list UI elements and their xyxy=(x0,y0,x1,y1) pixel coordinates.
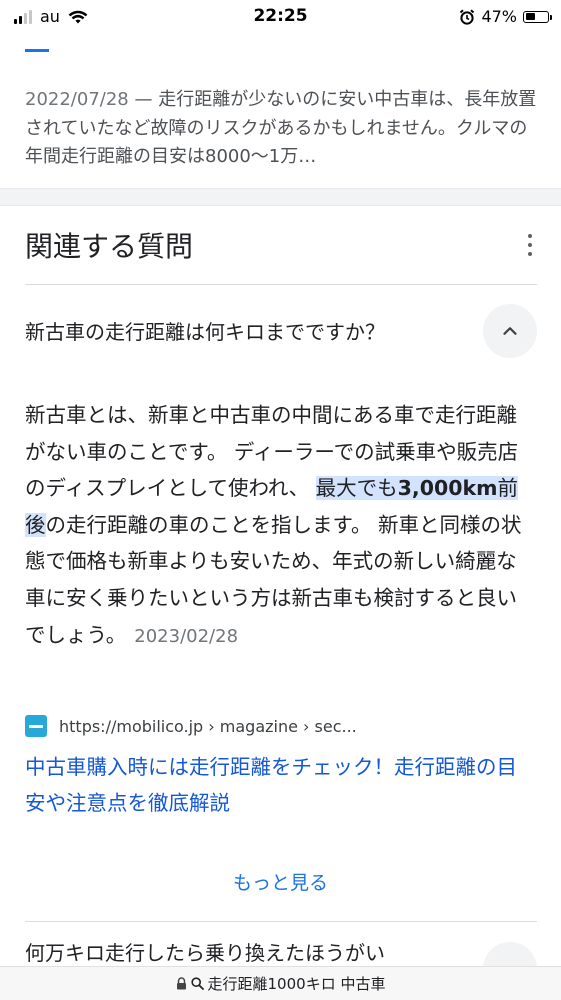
answer-highlight-pre: 最大でも xyxy=(315,476,398,501)
answer-text-after: の走行距離の車のことを指します。 新車と同様の状態で価格も新車よりも安いため、年… xyxy=(25,512,522,647)
site-favicon-icon xyxy=(25,715,47,737)
collapse-question-button[interactable] xyxy=(483,304,537,358)
lock-icon xyxy=(176,977,186,990)
related-questions-title: 関連する質問 xyxy=(25,230,194,263)
chevron-up-icon xyxy=(503,327,517,335)
divider xyxy=(25,284,537,285)
section-separator xyxy=(0,188,561,206)
status-right: 47% xyxy=(459,7,552,26)
question-collapsed[interactable]: 何万キロ走行したら乗り換えたほうがい xyxy=(25,937,385,966)
previous-result-separator: — xyxy=(128,89,159,110)
divider xyxy=(25,921,537,922)
previous-result-title-underline xyxy=(25,49,49,52)
previous-result-snippet[interactable]: 2022/07/28 — 走行距離が少ないのに安い中古車は、長年放置されていたな… xyxy=(25,86,540,172)
source-row[interactable]: https://mobilico.jp › magazine › sec... xyxy=(25,715,357,737)
address-bar[interactable]: 走行距離1000キロ 中古車 xyxy=(0,966,561,1000)
status-bar: au 22:25 47% xyxy=(0,0,561,34)
battery-level-fill xyxy=(525,13,535,20)
previous-result-date: 2022/07/28 xyxy=(25,89,129,110)
answer-text: 新古車とは、新車と中古車の中間にある車で走行距離がない車のことです。 ディーラー… xyxy=(25,397,533,655)
alarm-clock-icon xyxy=(460,9,475,25)
search-icon xyxy=(190,977,204,990)
source-url: https://mobilico.jp › magazine › sec... xyxy=(59,716,357,736)
battery-percentage: 47% xyxy=(481,7,517,26)
answer-date: 2023/02/28 xyxy=(134,625,239,647)
more-button[interactable]: もっと見る xyxy=(0,868,561,895)
answer-highlight-bold: 3,000km xyxy=(397,476,498,501)
question-expanded[interactable]: 新古車の走行距離は何キロまでですか？ xyxy=(25,316,385,345)
more-options-icon[interactable] xyxy=(527,234,533,256)
result-title-link[interactable]: 中古車購入時には走行距離をチェック！走行距離の目安や注意点を徹底解説 xyxy=(25,749,535,821)
address-bar-query: 走行距離1000キロ 中古車 xyxy=(207,975,386,993)
battery-icon xyxy=(523,10,552,23)
